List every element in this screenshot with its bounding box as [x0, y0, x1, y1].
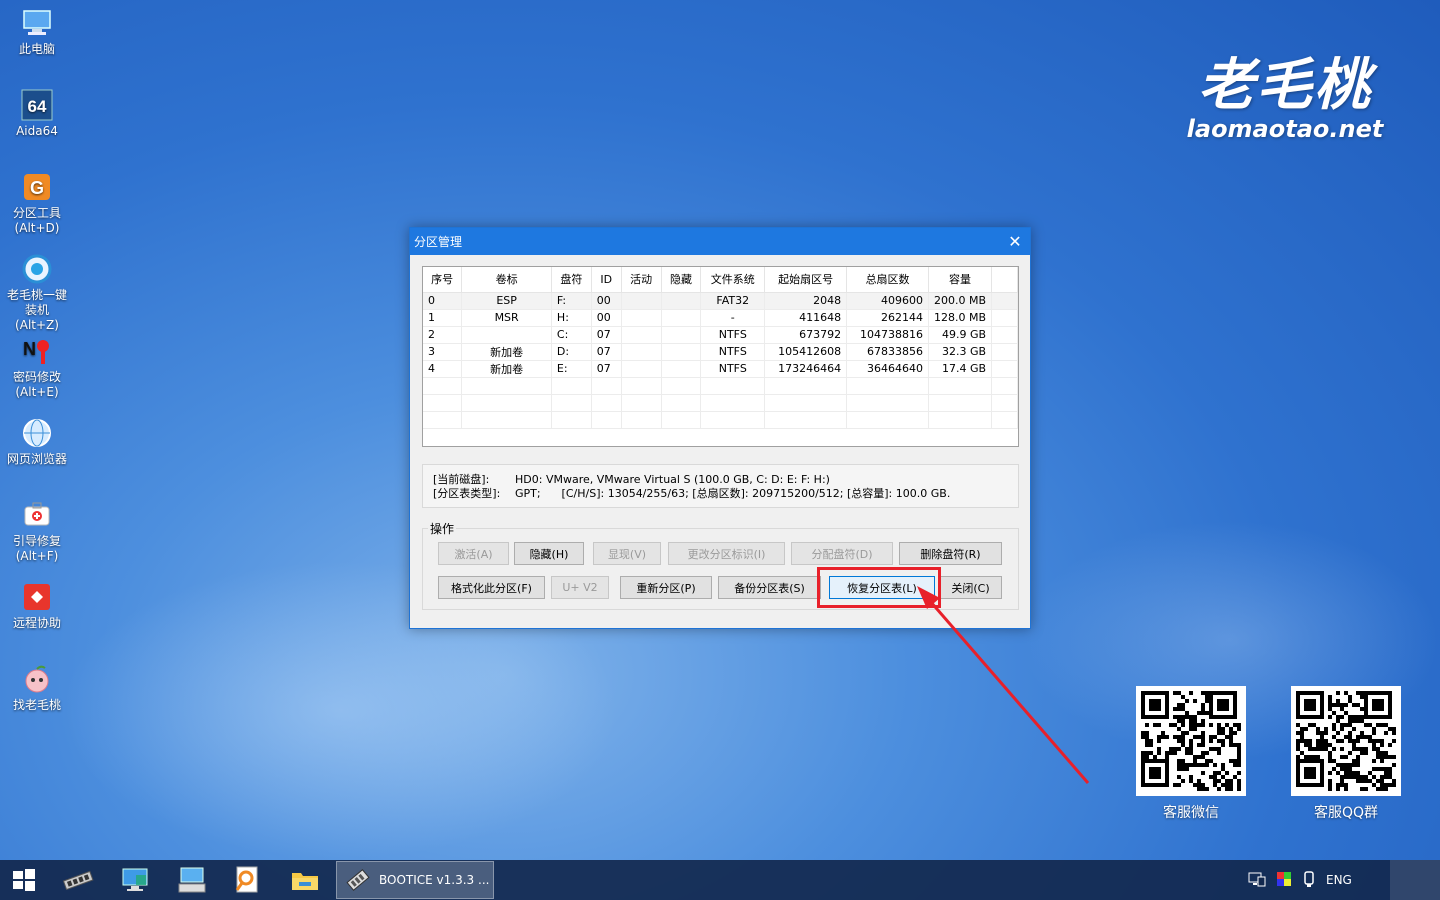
taskbar-network-tool[interactable] [111, 860, 159, 900]
annotation-arrow [917, 586, 1090, 784]
windows-icon [13, 869, 35, 891]
network-icon[interactable] [1248, 871, 1266, 890]
network-monitor-icon [122, 868, 148, 891]
color-display-icon[interactable] [1276, 871, 1292, 890]
bootice-icon [346, 869, 370, 891]
taskbar-ram-tool[interactable] [54, 860, 102, 900]
show-desktop-button[interactable] [1390, 860, 1440, 900]
usb-eject-icon[interactable] [1302, 870, 1316, 891]
taskbar-bootice-app[interactable]: BOOTICE v1.3.3 ... [336, 861, 494, 899]
taskbar: BOOTICE v1.3.3 ... ENG [0, 860, 1440, 900]
system-tray: ENG [1248, 860, 1352, 900]
memory-chip-icon [62, 870, 94, 890]
taskbar-keyboard-tool[interactable] [168, 860, 216, 900]
start-button[interactable] [0, 860, 48, 900]
taskbar-search-tool[interactable] [222, 860, 270, 900]
language-indicator[interactable]: ENG [1326, 873, 1352, 887]
taskbar-file-explorer[interactable] [281, 860, 329, 900]
folder-icon [292, 873, 318, 890]
taskbar-app-label: BOOTICE v1.3.3 ... [379, 873, 490, 887]
keyboard-icon [178, 867, 206, 893]
magnifier-icon [235, 866, 258, 893]
